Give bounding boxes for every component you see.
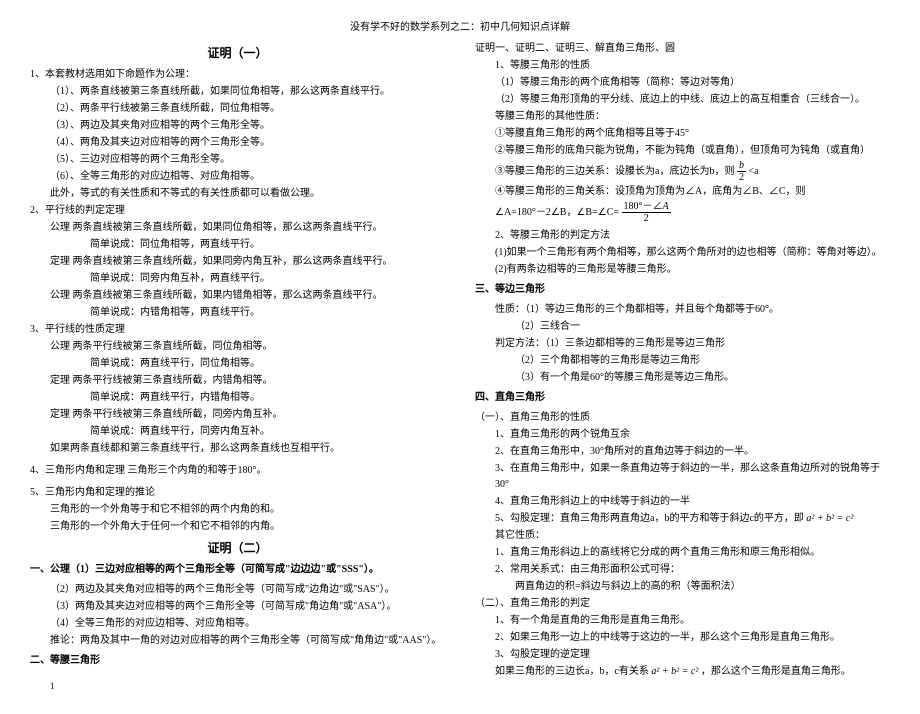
iso-1h-prefix: ∠A=180°－2∠B，∠B=∠C= <box>495 207 619 218</box>
rt-g: 其它性质： <box>475 528 890 544</box>
rt-5d: 如果三角形的三边长a，b，c有关系 a² + b² = c² ，那么这个三角形是… <box>475 664 890 680</box>
left-column: 证明（一） 1、本套教材选用如下命题作为公理： （1）、两条直线被第三条直线所截… <box>30 40 445 694</box>
doc-series-title: 没有学不好的数学系列之二：初中几何知识点详解 <box>30 20 890 36</box>
eq-d: （2）三个角都相等的三角形是等边三角形 <box>475 353 890 369</box>
iso-1a: （1）等腰三角形的两个底角相等（简称：等边对等角） <box>475 75 890 91</box>
item-3b: 定理 两条平行线被第三条直线所截，内错角相等。 <box>30 373 445 389</box>
axiom-3: （3）两角及其夹边对应相等的两个三角形全等（可简写成"角边角"或"ASA"）。 <box>30 599 445 615</box>
item-3b2: 简单说成：两直线平行，内错角相等。 <box>30 390 445 406</box>
item-1-6: （6）、全等三角形的对应边相等、对应角相等。 <box>30 169 445 185</box>
fraction-b-over-2: b2 <box>737 160 746 183</box>
iso-2b: (2)有两条边相等的三角形是等腰三角形。 <box>475 262 890 278</box>
proof-1-title: 证明（一） <box>30 44 445 63</box>
eq-e: （3）有一个角是60°的等腰三角形是等边三角形。 <box>475 370 890 386</box>
axiom-corollary: 推论：两角及其中一角的对边对应相等的两个三角形全等（可简写成"角角边"或"AAS… <box>30 633 445 649</box>
rt-i: 2、常用关系式：由三角形面积公式可得： <box>475 562 890 578</box>
equilateral-heading: 三、等边三角形 <box>475 282 890 298</box>
item-3c: 定理 两条平行线被第三条直线所截，同旁内角互补。 <box>30 407 445 423</box>
item-5a: 三角形的一个外角等于和它不相邻的两个内角的和。 <box>30 502 445 518</box>
rt-a: （一）、直角三角形的性质 <box>475 410 890 426</box>
rt-5d-prefix: 如果三角形的三边长a，b，c有关系 <box>495 666 649 677</box>
iso-1f-prefix: ③等腰三角形的三边关系：设腰长为a，底边长为b，则 <box>495 166 734 177</box>
right-triangle-heading: 四、直角三角形 <box>475 390 890 406</box>
rt-e: 4、直角三角形斜边上的中线等于斜边的一半 <box>475 494 890 510</box>
rt-f: 5、勾股定理：直角三角形两直角边a，b的平方和等于斜边c的平方，即 a² + b… <box>475 511 890 527</box>
pythagoras-formula: a² + b² = c² <box>806 513 853 524</box>
item-1-note: 此外，等式的有关性质和不等式的有关性质都可以看做公理。 <box>30 186 445 202</box>
right-column: 证明一、证明二、证明三、解直角三角形、圆 1、等腰三角形的性质 （1）等腰三角形… <box>475 40 890 694</box>
item-5b: 三角形的一个外角大于任何一个和它不相邻的内角。 <box>30 519 445 535</box>
rt-judge-heading: （二）、直角三角形的判定 <box>475 596 890 612</box>
iso-1: 1、等腰三角形的性质 <box>475 58 890 74</box>
axiom-4: （4）全等三角形的对应边相等、对应角相等。 <box>30 616 445 632</box>
iso-1f-suffix: <a <box>748 166 758 177</box>
axiom-heading: 一、公理（1）三边对应相等的两个三角形全等（可简写成"边边边"或"SSS"）。 <box>30 562 445 578</box>
rt-f-prefix: 5、勾股定理：直角三角形两直角边a，b的平方和等于斜边c的平方，即 <box>495 513 804 524</box>
proof-2-title: 证明（二） <box>30 539 445 558</box>
iso-1d: ①等腰直角三角形的两个底角相等且等于45° <box>475 126 890 142</box>
rt-h: 1、直角三角形斜边上的高线将它分成的两个直角三角形和原三角形相似。 <box>475 545 890 561</box>
item-1-1: （1）、两条直线被第三条直线所截，如果同位角相等，那么这两条直线平行。 <box>30 84 445 100</box>
iso-1e: ②等腰三角形的底角只能为锐角，不能为钝角（或直角），但顶角可为钝角（或直角） <box>475 143 890 159</box>
item-2b: 定理 两条直线被第三条直线所截，如果同旁内角互补，那么这两条直线平行。 <box>30 254 445 270</box>
item-4: 4、三角形内角和定理 三角形三个内角的和等于180°。 <box>30 463 445 479</box>
item-3d: 如果两条直线都和第三条直线平行，那么这两条直线也互相平行。 <box>30 441 445 457</box>
item-1: 1、本套教材选用如下命题作为公理： <box>30 67 445 83</box>
iso-1g: ④等腰三角形的三角关系：设顶角为顶角为∠A，底角为∠B、∠C，则 <box>475 184 890 200</box>
isoceles-heading: 二、等腰三角形 <box>30 653 445 669</box>
item-3: 3、平行线的性质定理 <box>30 322 445 338</box>
toc-line: 证明一、证明二、证明三、解直角三角形、圆 <box>475 41 890 57</box>
item-2b2: 简单说成：同旁内角互补，两直线平行。 <box>30 271 445 287</box>
iso-1f: ③等腰三角形的三边关系：设腰长为a，底边长为b，则 b2 <a <box>475 160 890 183</box>
iso-1b: （2）等腰三角形顶角的平分线、底边上的中线、底边上的高互相重合（三线合一）。 <box>475 92 890 108</box>
axiom-text: 一、公理（1）三边对应相等的两个三角形全等（可简写成"边边边"或"SSS"）。 <box>30 564 379 575</box>
rt-5b: 2、如果三角形一边上的中线等于这边的一半，那么这个三角形是直角三角形。 <box>475 630 890 646</box>
rt-c: 2、在直角三角形中，30°角所对的直角边等于斜边的一半。 <box>475 444 890 460</box>
item-3c2: 简单说成：两直线平行，同旁内角互补。 <box>30 424 445 440</box>
rt-5d-formula: a² + b² = c² <box>651 666 698 677</box>
item-1-2: （2）、两条平行线被第三条直线所截，同位角相等。 <box>30 101 445 117</box>
item-2c2: 简单说成：内错角相等，两直线平行。 <box>30 305 445 321</box>
item-2a: 公理 两条直线被第三条直线所截，如果同位角相等，那么这两条直线平行。 <box>30 220 445 236</box>
rt-5c: 3、勾股定理的逆定理 <box>475 647 890 663</box>
item-1-4: （4）、两角及其夹边对应相等的两个三角形全等。 <box>30 135 445 151</box>
item-2c: 公理 两条直线被第三条直线所截，如果内错角相等，那么这两条直线平行。 <box>30 288 445 304</box>
page-number: 1 <box>30 679 445 693</box>
item-3a: 公理 两条平行线被第三条直线所截，同位角相等。 <box>30 339 445 355</box>
fraction-angle: 180°－∠A2 <box>622 201 671 224</box>
iso-1h: ∠A=180°－2∠B，∠B=∠C= 180°－∠A2 <box>475 201 890 224</box>
item-1-5: （5）、三边对应相等的两个三角形全等。 <box>30 152 445 168</box>
eq-a: 性质：（1）等边三角形的三个角都相等，并且每个角都等于60°。 <box>475 302 890 318</box>
rt-j: 两直角边的积=斜边与斜边上的高的积（等面积法） <box>475 579 890 595</box>
two-column-layout: 证明（一） 1、本套教材选用如下命题作为公理： （1）、两条直线被第三条直线所截… <box>30 40 890 694</box>
eq-c: 判定方法：（1）三条边都相等的三角形是等边三角形 <box>475 336 890 352</box>
rt-5d-suffix: ，那么这个三角形是直角三角形。 <box>701 666 851 677</box>
item-3a2: 简单说成：两直线平行，同位角相等。 <box>30 356 445 372</box>
item-5: 5、三角形内角和定理的推论 <box>30 485 445 501</box>
iso-1c: 等腰三角形的其他性质： <box>475 109 890 125</box>
rt-b: 1、直角三角形的两个锐角互余 <box>475 427 890 443</box>
item-2: 2、平行线的判定定理 <box>30 203 445 219</box>
iso-2: 2、等腰三角形的判定方法 <box>475 228 890 244</box>
item-2a2: 简单说成：同位角相等，两直线平行。 <box>30 237 445 253</box>
rt-d: 3、在直角三角形中，如果一条直角边等于斜边的一半，那么这条直角边所对的锐角等于3… <box>475 461 890 493</box>
rt-5a: 1、有一个角是直角的三角形是直角三角形。 <box>475 613 890 629</box>
axiom-2: （2）两边及其夹角对应相等的两个三角形全等（可简写成"边角边"或"SAS"）。 <box>30 582 445 598</box>
iso-2a: (1)如果一个三角形有两个角相等，那么这两个角所对的边也相等（简称：等角对等边）… <box>475 245 890 261</box>
item-1-3: （3）、两边及其夹角对应相等的两个三角形全等。 <box>30 118 445 134</box>
eq-b: （2）三线合一 <box>475 319 890 335</box>
